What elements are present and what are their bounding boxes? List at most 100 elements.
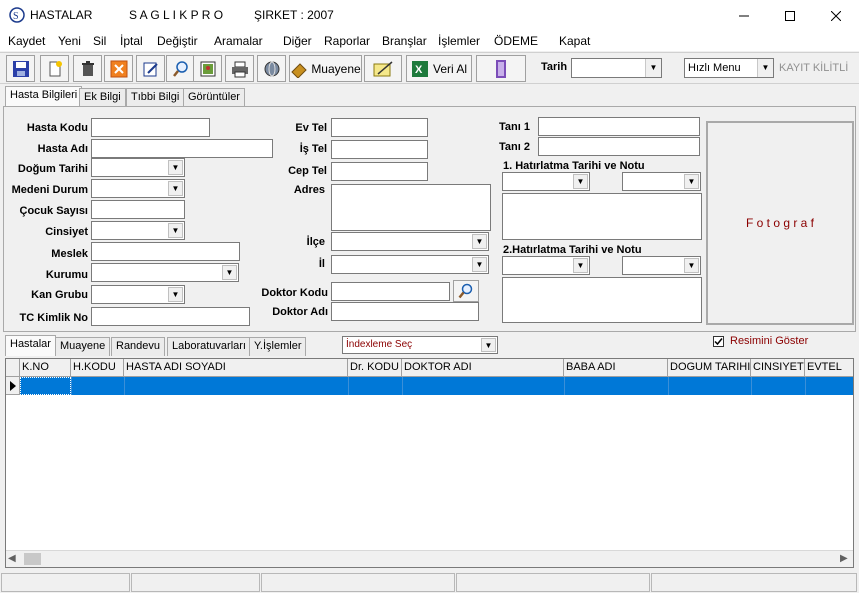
chevron-down-icon[interactable]: ▼ <box>472 257 487 272</box>
doktor-search-button[interactable] <box>453 280 479 302</box>
tab-y-islemler[interactable]: Y.İşlemler <box>249 337 307 356</box>
chevron-down-icon[interactable]: ▼ <box>684 258 699 273</box>
print-button[interactable] <box>225 55 254 82</box>
scroll-right-icon[interactable]: ▶ <box>840 553 848 564</box>
indexleme-select[interactable]: İndexleme Seç ▼ <box>342 336 498 354</box>
chevron-down-icon[interactable]: ▼ <box>757 59 773 77</box>
delete-button[interactable] <box>73 55 102 82</box>
col-hasta-adi-soyadi[interactable]: HASTA ADI SOYADI <box>124 359 348 377</box>
col-kno[interactable]: K.NO <box>20 359 71 377</box>
cocuk-sayisi-input[interactable] <box>91 200 185 219</box>
tab-ek-bilgi[interactable]: Ek Bilgi <box>79 88 126 107</box>
tab-tibbi-bilgi[interactable]: Tıbbi Bilgi <box>126 88 185 107</box>
col-doktor-adi[interactable]: DOKTOR ADI <box>402 359 564 377</box>
hatirlatma2-date[interactable]: ▼ <box>502 256 590 275</box>
tani2-input[interactable] <box>538 137 700 156</box>
meslek-input[interactable] <box>91 242 240 261</box>
menu-sil[interactable]: Sil <box>93 34 106 48</box>
kan-grubu-select[interactable]: ▼ <box>91 285 185 304</box>
tani1-input[interactable] <box>538 117 700 136</box>
close-button[interactable] <box>813 0 859 31</box>
adres-input[interactable] <box>331 184 491 231</box>
col-evtel[interactable]: EVTEL <box>805 359 853 377</box>
menu-aramalar[interactable]: Aramalar <box>214 34 263 48</box>
col-baba-adi[interactable]: BABA ADI <box>564 359 668 377</box>
menu-odeme[interactable]: ÖDEME <box>494 34 538 48</box>
scrollbar-thumb[interactable] <box>24 553 41 565</box>
chevron-down-icon[interactable]: ▼ <box>573 174 588 189</box>
cancel-button[interactable] <box>104 55 133 82</box>
ev-tel-input[interactable] <box>331 118 428 137</box>
photo-frame[interactable]: F o t o g r a f <box>706 121 854 325</box>
exit-button[interactable] <box>476 55 526 82</box>
new-button[interactable] <box>40 55 69 82</box>
chevron-down-icon[interactable]: ▼ <box>472 234 487 249</box>
chevron-down-icon[interactable]: ▼ <box>168 223 183 238</box>
col-dr-kodu[interactable]: Dr. KODU <box>348 359 402 377</box>
veri-al-button[interactable]: X Veri Al <box>406 55 472 82</box>
hasta-kodu-input[interactable] <box>91 118 210 137</box>
menu-degistir[interactable]: Değiştir <box>157 34 198 48</box>
edit-button[interactable] <box>136 55 165 82</box>
chevron-down-icon[interactable]: ▼ <box>168 287 183 302</box>
kurumu-select[interactable]: ▼ <box>91 263 239 282</box>
minimize-button[interactable] <box>721 0 767 31</box>
menu-yeni[interactable]: Yeni <box>58 34 81 48</box>
tab-hastalar[interactable]: Hastalar <box>5 335 56 356</box>
chevron-down-icon[interactable]: ▼ <box>168 181 183 196</box>
tab-laboratuvarlari[interactable]: Laboratuvarları <box>167 337 251 356</box>
tab-muayene[interactable]: Muayene <box>55 337 111 356</box>
chevron-down-icon[interactable]: ▼ <box>573 258 588 273</box>
medeni-durum-select[interactable]: ▼ <box>91 179 185 198</box>
hasta-adi-input[interactable] <box>91 139 273 158</box>
hatirlatma2-note[interactable] <box>502 277 702 323</box>
menu-raporlar[interactable]: Raporlar <box>324 34 370 48</box>
ilce-select[interactable]: ▼ <box>331 232 489 251</box>
tab-goruntuler[interactable]: Görüntüler <box>183 88 245 107</box>
menu-branslar[interactable]: Branşlar <box>382 34 427 48</box>
chevron-down-icon[interactable]: ▼ <box>168 160 183 175</box>
menu-kaydet[interactable]: Kaydet <box>8 34 45 48</box>
horizontal-scrollbar[interactable]: ◀ ▶ <box>6 550 853 567</box>
maximize-button[interactable] <box>767 0 813 31</box>
search-button[interactable] <box>166 55 195 82</box>
show-picture-checkbox[interactable] <box>713 336 724 347</box>
tab-hasta-bilgileri[interactable]: Hasta Bilgileri <box>5 86 83 107</box>
photo-button[interactable] <box>193 55 222 82</box>
is-tel-input[interactable] <box>331 140 428 159</box>
scroll-left-icon[interactable]: ◀ <box>8 553 16 564</box>
hizli-menu-select[interactable]: Hızlı Menu ▼ <box>684 58 774 78</box>
kayit-kilitli-label[interactable]: KAYIT KİLİTLİ <box>779 62 848 74</box>
hatirlatma1-note[interactable] <box>502 193 702 240</box>
doktor-adi-input[interactable] <box>331 302 479 321</box>
col-dogum-tarihi[interactable]: DOGUM TARIHI <box>668 359 751 377</box>
col-hkodu[interactable]: H.KODU <box>71 359 124 377</box>
chevron-down-icon[interactable]: ▼ <box>222 265 237 280</box>
cep-tel-input[interactable] <box>331 162 428 181</box>
tc-kimlik-input[interactable] <box>91 307 250 326</box>
menu-iptal[interactable]: İptal <box>120 34 143 48</box>
chevron-down-icon[interactable]: ▼ <box>684 174 699 189</box>
web-button[interactable] <box>257 55 286 82</box>
hatirlatma1-date[interactable]: ▼ <box>502 172 590 191</box>
col-cinsiyet[interactable]: CINSIYET <box>751 359 805 377</box>
save-button[interactable] <box>6 55 35 82</box>
notes-button[interactable] <box>364 55 402 82</box>
patients-grid[interactable]: K.NO H.KODU HASTA ADI SOYADI Dr. KODU DO… <box>5 358 854 568</box>
menu-islemler[interactable]: İşlemler <box>438 34 480 48</box>
tarih-picker[interactable]: ▼ <box>571 58 662 78</box>
hatirlatma2-select[interactable]: ▼ <box>622 256 701 275</box>
dogum-tarihi-picker[interactable]: ▼ <box>91 158 185 177</box>
menu-kapat[interactable]: Kapat <box>559 34 590 48</box>
doktor-kodu-input[interactable] <box>331 282 450 301</box>
muayene-button[interactable]: Muayene <box>289 55 362 82</box>
table-row[interactable] <box>20 377 853 395</box>
menu-diger[interactable]: Diğer <box>283 34 312 48</box>
focused-cell[interactable] <box>20 377 71 395</box>
il-select[interactable]: ▼ <box>331 255 489 274</box>
cinsiyet-select[interactable]: ▼ <box>91 221 185 240</box>
chevron-down-icon[interactable]: ▼ <box>645 59 661 77</box>
tab-randevu[interactable]: Randevu <box>111 337 166 356</box>
chevron-down-icon[interactable]: ▼ <box>481 338 496 352</box>
hatirlatma1-select[interactable]: ▼ <box>622 172 701 191</box>
